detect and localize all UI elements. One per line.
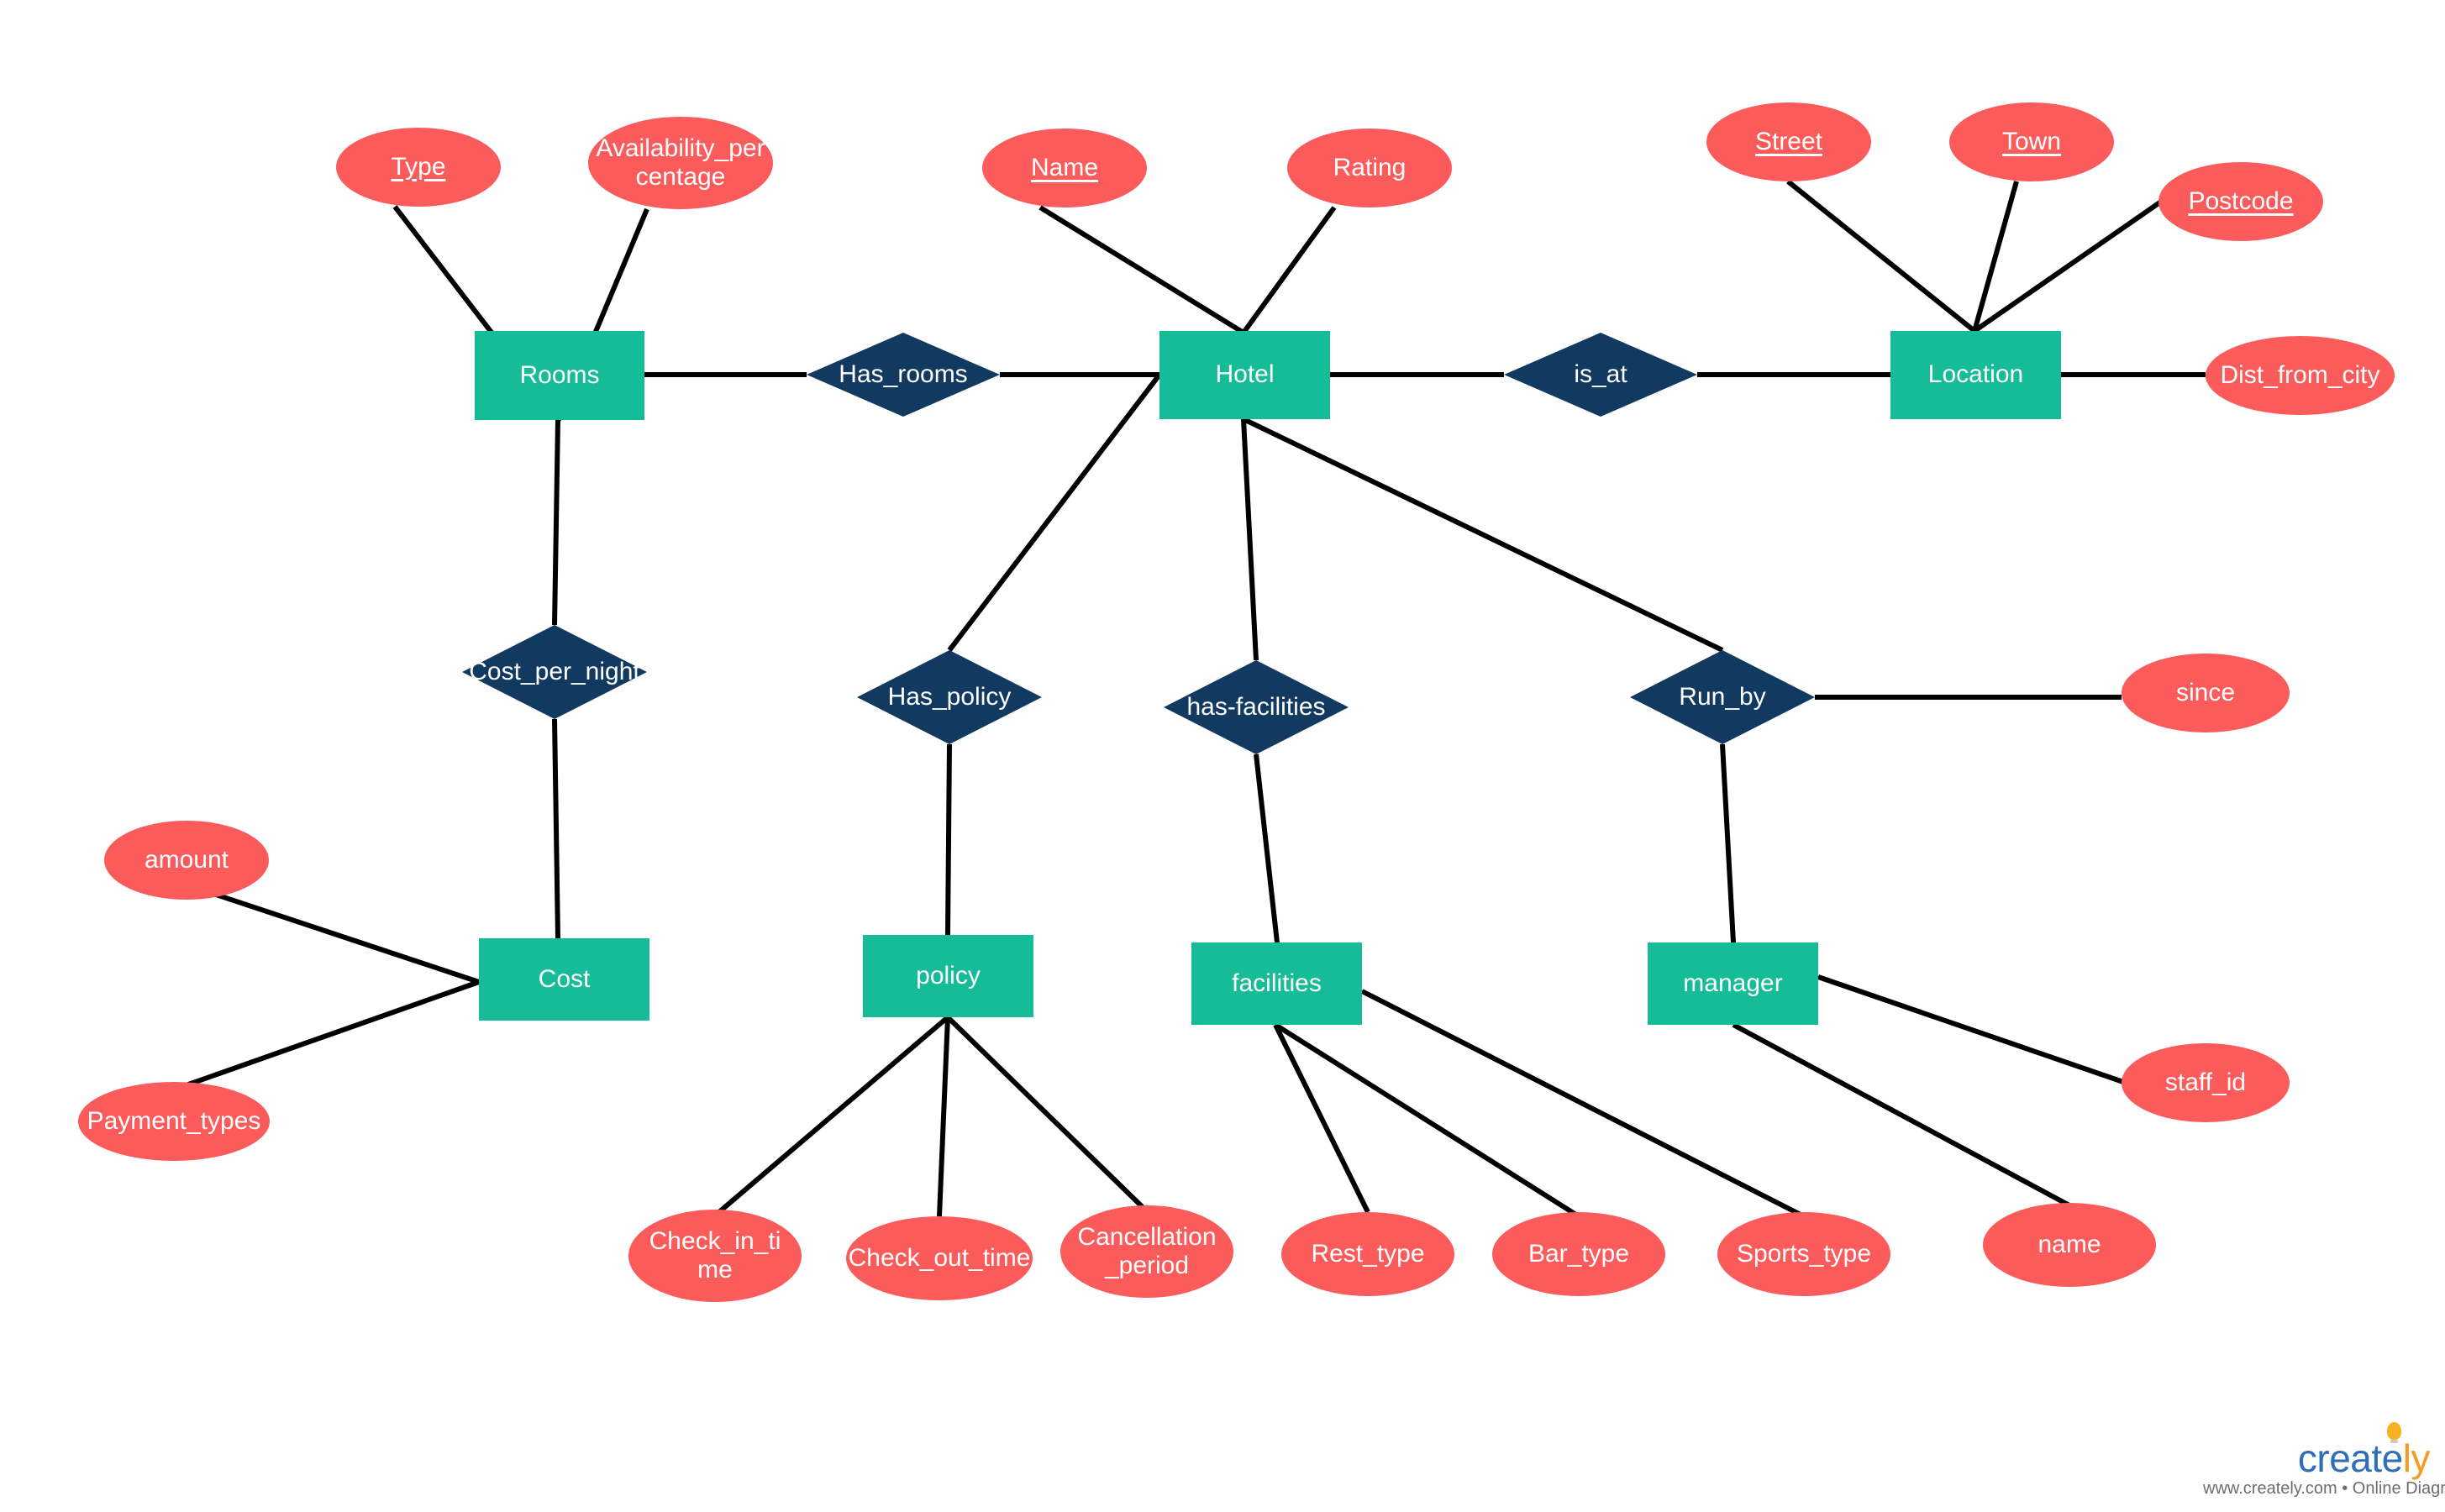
attribute-rest_type[interactable]: Rest_type xyxy=(1281,1212,1454,1296)
entity-label: Cost xyxy=(538,964,591,993)
attribute-label: Street xyxy=(1754,127,1823,155)
connector-line xyxy=(1241,206,1337,334)
attribute-label: Postcode xyxy=(2188,186,2294,215)
creately-logo: creately xyxy=(2297,1422,2432,1480)
attribute-label: staff_id xyxy=(2164,1068,2247,1096)
connector-line xyxy=(1242,417,1724,653)
entity-rooms[interactable]: Rooms xyxy=(475,331,644,420)
attribute-label: Rating xyxy=(1333,153,1407,181)
attribute-rating[interactable]: Rating xyxy=(1287,129,1452,207)
connector-line xyxy=(176,979,480,1091)
connector-line xyxy=(1360,989,1806,1219)
connector-line xyxy=(945,1015,1149,1214)
connector-line xyxy=(1038,205,1245,335)
connector-line xyxy=(1273,1023,1370,1214)
creately-logo-part1: creat xyxy=(2297,1436,2382,1480)
attribute-label: amount xyxy=(144,845,229,874)
relationship-run_by[interactable]: Run_by xyxy=(1630,650,1815,744)
er-diagram-canvas: Rooms Hotel Location Cost policy facilities ma… xyxy=(0,0,2445,1512)
attribute-name_manager[interactable]: name xyxy=(1983,1203,2156,1287)
connector-line xyxy=(1274,1022,1580,1219)
attribute-amount[interactable]: amount xyxy=(104,821,269,900)
connector-line xyxy=(1972,181,2019,332)
attribute-label: Payment_types xyxy=(87,1106,261,1135)
entity-facilities[interactable]: facilities xyxy=(1191,942,1362,1025)
entity-label: Hotel xyxy=(1215,360,1275,389)
relationship-label: Cost_per_night xyxy=(469,657,640,685)
connector-line xyxy=(202,888,480,984)
attribute-label: Bar_type xyxy=(1527,1239,1630,1268)
relationship-is_at[interactable]: is_at xyxy=(1504,333,1697,417)
attribute-name_hotel[interactable]: Name xyxy=(982,129,1147,207)
relationship-has_rooms[interactable]: Has_rooms xyxy=(807,333,1000,417)
attribute-label: Rest_type xyxy=(1311,1239,1425,1268)
creately-logo-part3: ly xyxy=(2402,1436,2431,1480)
entity-manager[interactable]: manager xyxy=(1648,942,1818,1025)
entity-hotel[interactable]: Hotel xyxy=(1159,331,1330,419)
relationship-has_policy[interactable]: Has_policy xyxy=(857,650,1042,744)
attribute-postcode[interactable]: Postcode xyxy=(2158,162,2323,241)
creately-tagline: www.creately.com • Online Diagramming xyxy=(2203,1479,2445,1498)
attribute-label: Check_in_ti me xyxy=(649,1226,781,1284)
attribute-payment_types[interactable]: Payment_types xyxy=(78,1082,270,1161)
connector-line xyxy=(945,743,952,936)
connector-line xyxy=(1241,418,1259,661)
attribute-bar_type[interactable]: Bar_type xyxy=(1492,1212,1665,1296)
relationship-label: Has_rooms xyxy=(839,360,968,388)
attribute-since[interactable]: since xyxy=(2122,654,2290,732)
connector-line xyxy=(937,1016,950,1217)
connector-line xyxy=(1732,1022,2071,1208)
attribute-label: Check_out_time xyxy=(848,1243,1031,1272)
entity-label: policy xyxy=(916,961,981,990)
entity-label: Rooms xyxy=(519,360,600,389)
connector-line xyxy=(552,718,560,939)
relationship-has_facilities[interactable]: has-facilities xyxy=(1164,660,1349,754)
attribute-check_in_time[interactable]: Check_in_ti me xyxy=(628,1210,802,1302)
relationship-label: Has_policy xyxy=(887,682,1012,711)
attribute-check_out_time[interactable]: Check_out_time xyxy=(846,1216,1033,1300)
entity-label: manager xyxy=(1683,969,1783,997)
entity-label: facilities xyxy=(1232,969,1322,997)
attribute-cancellation_period[interactable]: Cancellation _period xyxy=(1060,1205,1233,1298)
attribute-label: Town xyxy=(2001,127,2062,155)
attribute-label: Name xyxy=(1030,153,1099,181)
attribute-label: Type xyxy=(391,152,446,181)
connector-line xyxy=(713,1015,949,1218)
attribute-dist_from_city[interactable]: Dist_from_city xyxy=(2206,336,2395,415)
attribute-street[interactable]: Street xyxy=(1706,102,1871,181)
connector-line xyxy=(1973,199,2163,333)
attribute-type[interactable]: Type xyxy=(336,128,501,207)
connector-line xyxy=(1720,743,1736,943)
attribute-label: Dist_from_city xyxy=(2220,360,2380,389)
creately-watermark: creately www.creately.com • Online Diagr… xyxy=(2203,1422,2445,1499)
attribute-label: name xyxy=(2038,1230,2101,1258)
attribute-label: since xyxy=(2175,678,2236,706)
entity-label: Location xyxy=(1927,360,2024,389)
lightbulb-icon xyxy=(2387,1422,2401,1443)
attribute-label: Availability_per centage xyxy=(596,134,765,191)
attribute-availability_percentage[interactable]: Availability_per centage xyxy=(588,117,773,209)
relationship-label: is_at xyxy=(1574,360,1627,388)
entity-location[interactable]: Location xyxy=(1890,331,2061,419)
attribute-label: Sports_type xyxy=(1736,1239,1872,1268)
entity-policy[interactable]: policy xyxy=(863,935,1033,1017)
attribute-label: Cancellation _period xyxy=(1077,1222,1217,1279)
attribute-town[interactable]: Town xyxy=(1949,102,2114,181)
connector-line xyxy=(552,419,560,626)
connector-line xyxy=(1817,974,2124,1084)
attribute-staff_id[interactable]: staff_id xyxy=(2122,1043,2290,1122)
connector-line xyxy=(1254,753,1280,943)
connector-line xyxy=(1786,179,1976,333)
relationship-label: has-facilities xyxy=(1186,692,1326,721)
entity-cost[interactable]: Cost xyxy=(479,938,649,1021)
relationship-label: Run_by xyxy=(1679,682,1766,711)
attribute-sports_type[interactable]: Sports_type xyxy=(1717,1212,1890,1296)
relationship-cost_per_night[interactable]: Cost_per_night xyxy=(462,625,647,719)
